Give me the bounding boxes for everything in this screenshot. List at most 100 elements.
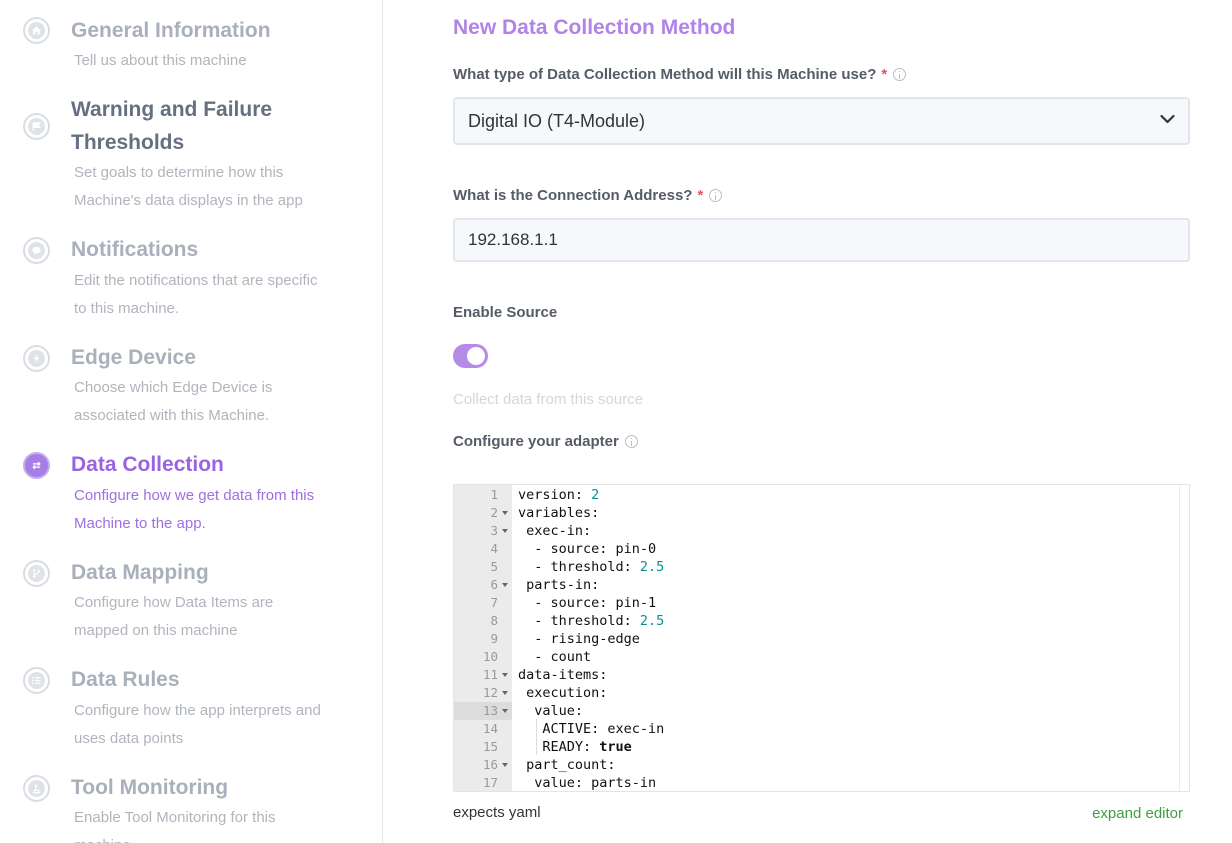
method-type-label-text: What type of Data Collection Method will… bbox=[453, 66, 877, 83]
info-icon[interactable] bbox=[709, 189, 723, 202]
fold-arrow-icon[interactable] bbox=[502, 691, 508, 695]
line-number: 12 bbox=[482, 685, 498, 700]
code-number-token: 2.5 bbox=[639, 613, 665, 629]
line-number: 3 bbox=[490, 523, 498, 538]
line-number: 4 bbox=[490, 541, 498, 556]
code-line[interactable]: 8 - threshold: 2.5 bbox=[454, 612, 1180, 630]
line-number-cell: 5 bbox=[454, 558, 512, 576]
flag-icon bbox=[23, 113, 50, 140]
step-data-collection[interactable]: Data Collection Configure how we get dat… bbox=[0, 448, 382, 538]
code-line[interactable]: 2 variables: bbox=[454, 504, 1180, 522]
tool-icon bbox=[23, 775, 50, 802]
fold-arrow-icon[interactable] bbox=[502, 673, 508, 677]
code-line[interactable]: 10 - count bbox=[454, 648, 1180, 666]
code-text: - rising-edge bbox=[518, 630, 640, 648]
home-icon bbox=[23, 17, 50, 44]
connection-address-input[interactable] bbox=[453, 218, 1190, 262]
code-line[interactable]: 9 - rising-edge bbox=[454, 630, 1180, 648]
code-line[interactable]: 11 data-items: bbox=[454, 666, 1180, 684]
code-token: - rising-edge bbox=[518, 631, 640, 647]
configure-adapter-label-text: Configure your adapter bbox=[453, 433, 619, 450]
code-line[interactable]: 3 exec-in: bbox=[454, 522, 1180, 540]
code-text: READY: true bbox=[518, 738, 631, 756]
code-token: value: bbox=[518, 703, 584, 719]
code-text: exec-in: bbox=[518, 522, 591, 540]
lightning-bolt-icon bbox=[23, 345, 50, 372]
line-number: 13 bbox=[482, 703, 498, 718]
fold-arrow-icon[interactable] bbox=[502, 511, 508, 515]
code-line[interactable]: 13 value: bbox=[454, 702, 1180, 720]
fold-arrow-icon[interactable] bbox=[502, 529, 508, 533]
step-description: Choose which Edge Device is associated w… bbox=[74, 379, 273, 424]
step-title: Warning and Failure Thresholds bbox=[71, 98, 273, 154]
info-icon[interactable] bbox=[624, 435, 638, 448]
code-text: - threshold: 2.5 bbox=[518, 558, 664, 576]
code-line[interactable]: 14 ACTIVE: exec-in bbox=[454, 720, 1180, 738]
connection-address-label-text: What is the Connection Address? bbox=[453, 187, 693, 204]
line-number-cell: 2 bbox=[454, 504, 512, 522]
code-text: part_count: bbox=[518, 756, 615, 774]
enable-source-toggle[interactable] bbox=[453, 344, 488, 368]
expand-editor-link[interactable]: expand editor bbox=[1092, 805, 1183, 822]
code-line[interactable]: 1 version: 2 bbox=[454, 486, 1180, 504]
line-number-cell: 15 bbox=[454, 738, 512, 756]
line-number-cell: 3 bbox=[454, 522, 512, 540]
info-icon[interactable] bbox=[893, 68, 907, 81]
step-warning-failure-thresholds[interactable]: Warning and Failure Thresholds Set goals… bbox=[0, 93, 382, 218]
step-notifications[interactable]: Notifications Edit the notifications tha… bbox=[0, 233, 382, 323]
step-description: Set goals to determine how this Machine'… bbox=[74, 164, 303, 209]
fold-arrow-icon[interactable] bbox=[502, 763, 508, 767]
code-line[interactable]: 12 execution: bbox=[454, 684, 1180, 702]
code-line[interactable]: 15 READY: true bbox=[454, 738, 1180, 756]
toggle-knob bbox=[467, 347, 485, 365]
line-number: 8 bbox=[490, 613, 498, 628]
line-number: 9 bbox=[490, 631, 498, 646]
yaml-code-editor[interactable]: 1 version: 2 2 variables: 3 exec-in: 4 - sour… bbox=[453, 484, 1190, 792]
code-line[interactable]: 4 - source: pin-0 bbox=[454, 540, 1180, 558]
step-description: Configure how the app interprets and use… bbox=[74, 702, 321, 747]
fold-arrow-icon[interactable] bbox=[502, 709, 508, 713]
code-text: value: parts-in bbox=[518, 774, 656, 791]
code-token: - source: pin-0 bbox=[518, 541, 657, 557]
fold-arrow-icon[interactable] bbox=[502, 583, 508, 587]
configure-adapter-label: Configure your adapter bbox=[453, 433, 638, 450]
step-title: General Information bbox=[71, 19, 271, 42]
step-edge-device[interactable]: Edge Device Choose which Edge Device is … bbox=[0, 341, 382, 431]
line-number-cell: 14 bbox=[454, 720, 512, 738]
method-type-value: Digital IO (T4-Module) bbox=[468, 110, 646, 131]
list-icon bbox=[23, 667, 50, 694]
line-number-cell: 7 bbox=[454, 594, 512, 612]
code-text: ACTIVE: exec-in bbox=[518, 720, 664, 738]
line-number: 11 bbox=[482, 667, 498, 682]
data-collection-form: New Data Collection Method What type of … bbox=[383, 0, 1232, 843]
step-data-rules[interactable]: Data Rules Configure how the app interpr… bbox=[0, 663, 382, 753]
code-number-token: 2 bbox=[591, 487, 600, 503]
connection-address-label: What is the Connection Address? * bbox=[453, 187, 723, 204]
line-number-cell: 17 bbox=[454, 774, 512, 791]
required-asterisk: * bbox=[881, 66, 888, 83]
code-line[interactable]: 6 parts-in: bbox=[454, 576, 1180, 594]
line-number: 7 bbox=[490, 595, 498, 610]
step-title: Tool Monitoring bbox=[71, 776, 229, 799]
code-token: READY: bbox=[518, 739, 600, 755]
step-tool-monitoring[interactable]: Tool Monitoring Enable Tool Monitoring f… bbox=[0, 771, 382, 843]
code-line[interactable]: 17 value: parts-in bbox=[454, 774, 1180, 791]
setup-stepper: General Information Tell us about this m… bbox=[0, 0, 383, 843]
step-title: Data Collection bbox=[71, 453, 224, 476]
code-text: - source: pin-0 bbox=[518, 540, 656, 558]
step-description: Configure how Data Items are mapped on t… bbox=[74, 594, 274, 639]
code-line[interactable]: 5 - threshold: 2.5 bbox=[454, 558, 1180, 576]
line-number-cell: 11 bbox=[454, 666, 512, 684]
method-type-select[interactable]: Digital IO (T4-Module) bbox=[453, 97, 1190, 145]
step-data-mapping[interactable]: Data Mapping Configure how Data Items ar… bbox=[0, 556, 382, 646]
editor-scrollbar[interactable] bbox=[1179, 485, 1189, 791]
line-number-cell: 10 bbox=[454, 648, 512, 666]
branch-icon bbox=[23, 560, 50, 587]
code-token: data-items: bbox=[518, 667, 608, 683]
code-line[interactable]: 16 part_count: bbox=[454, 756, 1180, 774]
code-token: - source: pin-1 bbox=[518, 595, 657, 611]
step-general-information[interactable]: General Information Tell us about this m… bbox=[0, 14, 382, 84]
code-line[interactable]: 7 - source: pin-1 bbox=[454, 594, 1180, 612]
code-token: execution: bbox=[518, 685, 608, 701]
line-number: 17 bbox=[482, 775, 498, 790]
